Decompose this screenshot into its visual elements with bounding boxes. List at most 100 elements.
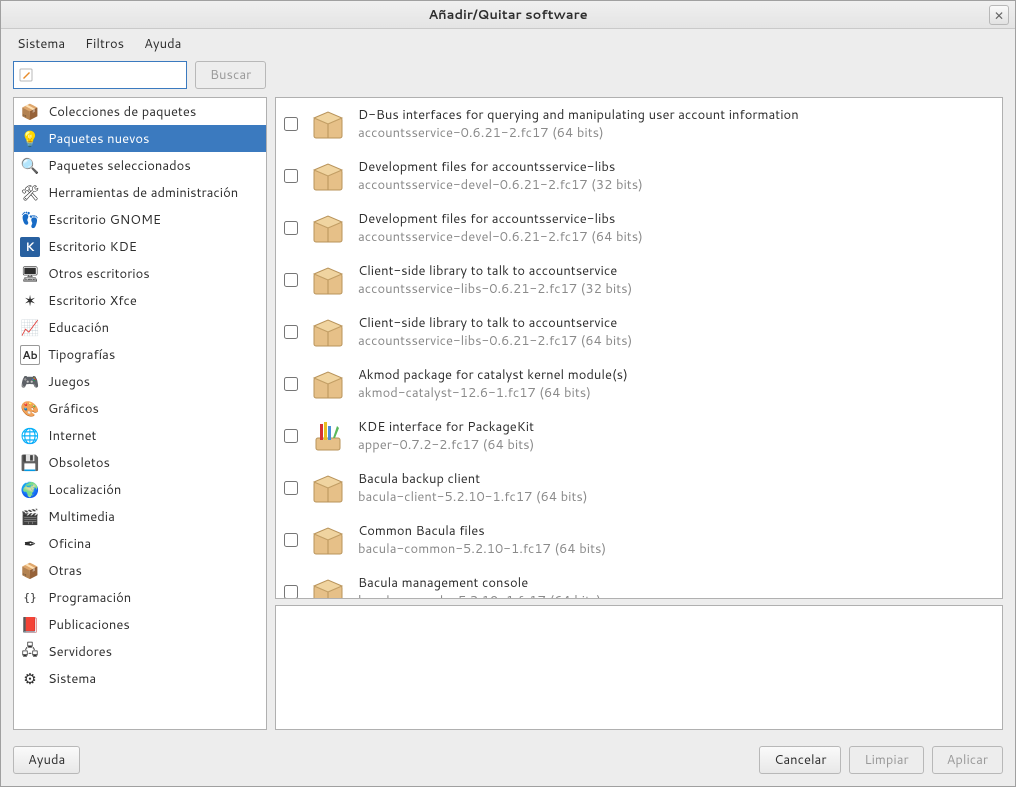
clear-button[interactable]: Limpiar [849,746,923,774]
sidebar-item-label: Gráficos [48,400,99,418]
category-icon: 📦 [20,561,40,581]
sidebar-item[interactable]: 📦Otras [14,557,266,584]
package-checkbox[interactable] [284,533,298,547]
sidebar-item[interactable]: 🔍Paquetes seleccionados [14,152,266,179]
package-title: Development files for accountsservice-li… [358,210,994,228]
sidebar-item[interactable]: 📦 Colecciones de paquetes [14,98,266,125]
package-title: Common Bacula files [358,522,994,540]
category-icon: 📦 [20,102,40,122]
menubar: Sistema Filtros Ayuda [1,29,1015,61]
package-row[interactable]: Client-side library to talk to accountse… [276,254,1002,306]
package-title: Bacula management console [358,574,994,592]
package-box-icon [308,572,348,599]
package-list[interactable]: D-Bus interfaces for querying and manipu… [275,97,1003,599]
menu-filters[interactable]: Filtros [79,33,130,55]
sidebar-item-label: Escritorio KDE [48,238,137,256]
apply-button[interactable]: Aplicar [932,746,1003,774]
package-checkbox[interactable] [284,377,298,391]
category-icon: 🛠 [20,183,40,203]
package-box-icon [308,260,348,300]
package-title: Client-side library to talk to accountse… [358,262,994,280]
sidebar-item[interactable]: 👣 Escritorio GNOME [14,206,266,233]
package-subtitle: accountsservice-libs-0.6.21-2.fc17 (32 b… [358,280,994,298]
sidebar-item-label: Colecciones de paquetes [48,103,196,121]
sidebar-item[interactable]: 📕Publicaciones [14,611,266,638]
window-title: Añadir/Quitar software [428,6,587,24]
package-checkbox[interactable] [284,221,298,235]
help-button[interactable]: Ayuda [13,746,80,774]
sidebar-item-label: Juegos [48,373,90,391]
category-icon: ✶ [20,291,40,311]
sidebar-item-label: Educación [48,319,109,337]
package-row[interactable]: Bacula management consolebacula-console-… [276,566,1002,599]
package-box-icon [308,520,348,560]
sidebar-item[interactable]: 🌐Internet [14,422,266,449]
package-row[interactable]: Akmod package for catalyst kernel module… [276,358,1002,410]
sidebar-item[interactable]: 🎨Gráficos [14,395,266,422]
package-checkbox[interactable] [284,169,298,183]
menu-help[interactable]: Ayuda [138,33,187,55]
category-icon: 💡 [20,129,40,149]
package-row[interactable]: Common Bacula filesbacula-common-5.2.10-… [276,514,1002,566]
cancel-button[interactable]: Cancelar [759,746,841,774]
package-row[interactable]: Development files for accountsservice-li… [276,202,1002,254]
sidebar-item[interactable]: 🛠 Herramientas de administración [14,179,266,206]
sidebar-item[interactable]: 💡 Paquetes nuevos [14,125,266,152]
package-row[interactable]: D-Bus interfaces for querying and manipu… [276,98,1002,150]
sidebar-item[interactable]: K Escritorio KDE [14,233,266,260]
sidebar-item[interactable]: 🎮Juegos [14,368,266,395]
package-box-icon [308,104,348,144]
sidebar-item-label: Tipografías [48,346,115,364]
sidebar-item-label: Publicaciones [48,616,130,634]
sidebar-item[interactable]: 🎬Multimedia [14,503,266,530]
sidebar-item[interactable]: 🖧Servidores [14,638,266,665]
package-title: KDE interface for PackageKit [358,418,994,436]
sidebar-item-label: Herramientas de administración [48,184,238,202]
package-subtitle: bacula-common-5.2.10-1.fc17 (64 bits) [358,540,994,558]
sidebar-item-label: Oficina [48,535,91,553]
category-sidebar[interactable]: 📦 Colecciones de paquetes 💡 Paquetes nuevos… [13,97,267,730]
package-subtitle: accountsservice-devel-0.6.21-2.fc17 (64 … [358,228,994,246]
sidebar-item[interactable]: ⚙Sistema [14,665,266,692]
sidebar-item[interactable]: 🖥Otros escritorios [14,260,266,287]
package-checkbox[interactable] [284,273,298,287]
close-icon: ✕ [994,7,1004,24]
package-checkbox[interactable] [284,481,298,495]
sidebar-item-label: Otros escritorios [48,265,150,283]
package-row[interactable]: Client-side library to talk to accountse… [276,306,1002,358]
package-checkbox[interactable] [284,325,298,339]
package-row[interactable]: KDE interface for PackageKitapper-0.7.2-… [276,410,1002,462]
menu-system[interactable]: Sistema [11,33,71,55]
close-button[interactable]: ✕ [989,5,1009,25]
search-button[interactable]: Buscar [195,61,266,89]
package-box-icon [308,364,348,404]
sidebar-item-label: Programación [48,589,131,607]
category-icon: 👣 [20,210,40,230]
sidebar-item[interactable]: Ab Tipografías [14,341,266,368]
package-checkbox[interactable] [284,585,298,599]
sidebar-item-label: Paquetes nuevos [48,130,150,148]
search-input[interactable] [38,66,182,84]
sidebar-item[interactable]: ✒Oficina [14,530,266,557]
sidebar-item-label: Localización [48,481,121,499]
package-row[interactable]: Bacula backup clientbacula-client-5.2.10… [276,462,1002,514]
sidebar-item-label: Escritorio Xfce [48,292,137,310]
category-icon: K [20,237,40,257]
category-icon: 🌍 [20,480,40,500]
sidebar-item[interactable]: 💾Obsoletos [14,449,266,476]
package-row[interactable]: Development files for accountsservice-li… [276,150,1002,202]
sidebar-item[interactable]: 📈Educación [14,314,266,341]
package-subtitle: bacula-console-5.2.10-1.fc17 (64 bits) [358,592,994,599]
package-checkbox[interactable] [284,429,298,443]
package-title: D-Bus interfaces for querying and manipu… [358,106,994,124]
package-checkbox[interactable] [284,117,298,131]
sidebar-item-label: Escritorio GNOME [48,211,161,229]
sidebar-item[interactable]: 🌍 Localización [14,476,266,503]
category-icon: Ab [20,345,40,365]
sidebar-item[interactable]: ✶ Escritorio Xfce [14,287,266,314]
package-title: Akmod package for catalyst kernel module… [358,366,994,384]
search-field-wrap[interactable] [13,61,187,89]
category-icon: {} [20,588,40,608]
package-subtitle: accountsservice-libs-0.6.21-2.fc17 (64 b… [358,332,994,350]
sidebar-item[interactable]: {} Programación [14,584,266,611]
